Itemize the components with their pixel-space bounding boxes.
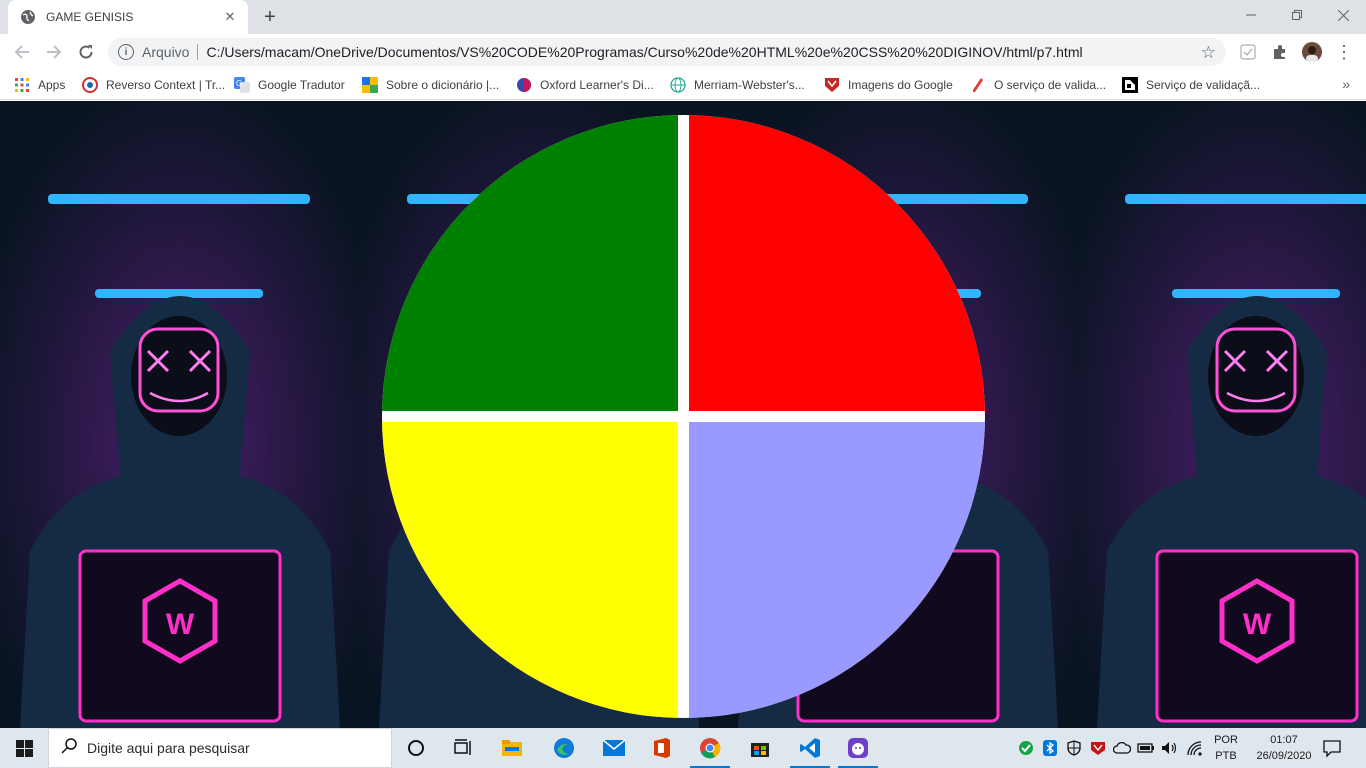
extension-page-icon[interactable] <box>1238 42 1258 62</box>
validator-icon <box>1122 77 1138 93</box>
bookmark-label: Serviço de validaçã... <box>1146 78 1261 92</box>
search-placeholder: Digite aqui para pesquisar <box>87 740 250 756</box>
mcafee-icon[interactable] <box>1088 738 1108 758</box>
oxford-icon <box>516 77 532 93</box>
background-image-tile: W <box>0 101 359 728</box>
bookmark-reverso[interactable]: Reverso Context | Tr... <box>82 75 225 95</box>
search-icon <box>61 737 77 759</box>
start-button[interactable] <box>0 728 48 768</box>
new-tab-button[interactable]: + <box>258 5 282 29</box>
edge-icon[interactable] <box>540 728 588 768</box>
clock-time: 01:07 <box>1270 734 1298 746</box>
address-separator <box>197 44 199 60</box>
bookmark-apps[interactable]: Apps <box>14 75 65 95</box>
defender-shield-icon[interactable] <box>1064 738 1084 758</box>
tab-strip: GAME GENISIS ✕ + <box>0 0 1366 34</box>
wifi-icon[interactable] <box>1184 738 1204 758</box>
menu-kebab-icon[interactable]: ⋮ <box>1334 42 1354 62</box>
browser-tab[interactable]: GAME GENISIS ✕ <box>8 0 248 34</box>
store-icon[interactable] <box>736 728 784 768</box>
bookmark-servico-validacao[interactable]: O serviço de valida... <box>970 75 1106 95</box>
notification-center-icon[interactable] <box>1322 738 1342 758</box>
bookmarks-bar: Apps Reverso Context | Tr... G Google Tr… <box>0 70 1366 100</box>
office-icon[interactable] <box>638 728 686 768</box>
dictionary-icon <box>362 77 378 93</box>
bluetooth-icon[interactable] <box>1040 738 1060 758</box>
clock-date: 26/09/2020 <box>1256 750 1312 762</box>
security-check-icon[interactable] <box>1016 738 1036 758</box>
github-desktop-icon[interactable] <box>834 728 882 768</box>
cortana-button[interactable] <box>392 728 440 768</box>
keyboard-layout: PTB <box>1215 750 1237 762</box>
bookmark-label: Apps <box>38 78 66 92</box>
shield-icon <box>824 77 840 93</box>
svg-text:W: W <box>166 608 195 641</box>
back-button[interactable] <box>8 38 36 66</box>
bookmark-merriam-webster[interactable]: Merriam-Webster's... <box>670 75 805 95</box>
close-tab-icon[interactable]: ✕ <box>222 9 238 25</box>
taskbar-search-box[interactable]: Digite aqui para pesquisar <box>48 728 392 768</box>
vscode-icon[interactable] <box>786 728 834 768</box>
genius-game-board <box>382 115 985 718</box>
forward-button[interactable] <box>40 38 68 66</box>
minimize-button[interactable] <box>1228 0 1274 30</box>
windows-logo-icon <box>15 739 33 757</box>
system-clock[interactable]: 01:07 26/09/2020 <box>1248 732 1320 764</box>
volume-icon[interactable] <box>1160 738 1180 758</box>
reverso-icon <box>82 77 98 93</box>
globe-icon <box>20 9 36 25</box>
bookmarks-overflow-icon[interactable]: » <box>1342 76 1350 92</box>
background-image-tile: W <box>1077 101 1366 728</box>
reload-button[interactable] <box>72 38 100 66</box>
svg-text:W: W <box>1243 608 1272 641</box>
extensions-puzzle-icon[interactable] <box>1270 42 1290 62</box>
input-language[interactable]: POR PTB <box>1208 732 1244 764</box>
bookmark-dicionario[interactable]: Sobre o dicionário |... <box>362 75 499 95</box>
language-code: POR <box>1214 734 1238 746</box>
restore-button[interactable] <box>1274 0 1320 30</box>
bookmark-label: Reverso Context | Tr... <box>106 78 226 92</box>
green-quadrant-button[interactable] <box>382 115 678 411</box>
bookmark-label: O serviço de valida... <box>994 78 1107 92</box>
tab-title: GAME GENISIS <box>46 10 134 24</box>
url-text[interactable]: C:/Users/macam/OneDrive/Documentos/VS%20… <box>206 44 1082 60</box>
windows-taskbar: Digite aqui para pesquisar POR PTB 01:07… <box>0 728 1366 768</box>
task-view-button[interactable] <box>440 728 488 768</box>
bookmark-star-icon[interactable]: ☆ <box>1201 43 1216 63</box>
globe-icon <box>670 77 686 93</box>
svg-text:G: G <box>236 79 242 88</box>
apps-grid-icon <box>14 77 30 93</box>
chrome-icon[interactable] <box>686 728 734 768</box>
onedrive-cloud-icon[interactable] <box>1112 738 1132 758</box>
page-viewport: W W <box>0 101 1366 728</box>
yellow-quadrant-button[interactable] <box>382 422 678 718</box>
bookmark-label: Imagens do Google <box>848 78 953 92</box>
red-quadrant-button[interactable] <box>689 115 985 411</box>
bookmark-oxford[interactable]: Oxford Learner's Di... <box>516 75 654 95</box>
scheme-label: Arquivo <box>142 44 190 60</box>
bookmark-label: Google Tradutor <box>258 78 345 92</box>
profile-avatar[interactable] <box>1302 42 1322 62</box>
close-window-button[interactable] <box>1320 0 1366 30</box>
bookmark-label: Oxford Learner's Di... <box>540 78 654 92</box>
mail-icon[interactable] <box>590 728 638 768</box>
bookmark-label: Sobre o dicionário |... <box>386 78 500 92</box>
blue-quadrant-button[interactable] <box>689 422 985 718</box>
pen-icon <box>970 77 986 93</box>
google-translate-icon: G <box>234 77 250 93</box>
bookmark-servico-validacao-2[interactable]: Serviço de validaçã... <box>1122 75 1260 95</box>
bookmark-imagens-google[interactable]: Imagens do Google <box>824 75 953 95</box>
bookmark-label: Merriam-Webster's... <box>694 78 805 92</box>
battery-icon[interactable] <box>1136 738 1156 758</box>
browser-toolbar: i Arquivo C:/Users/macam/OneDrive/Docume… <box>0 34 1366 70</box>
bookmark-google-tradutor[interactable]: G Google Tradutor <box>234 75 345 95</box>
file-explorer-icon[interactable] <box>488 728 536 768</box>
address-bar[interactable]: i Arquivo C:/Users/macam/OneDrive/Docume… <box>108 38 1226 66</box>
info-icon[interactable]: i <box>118 44 134 60</box>
